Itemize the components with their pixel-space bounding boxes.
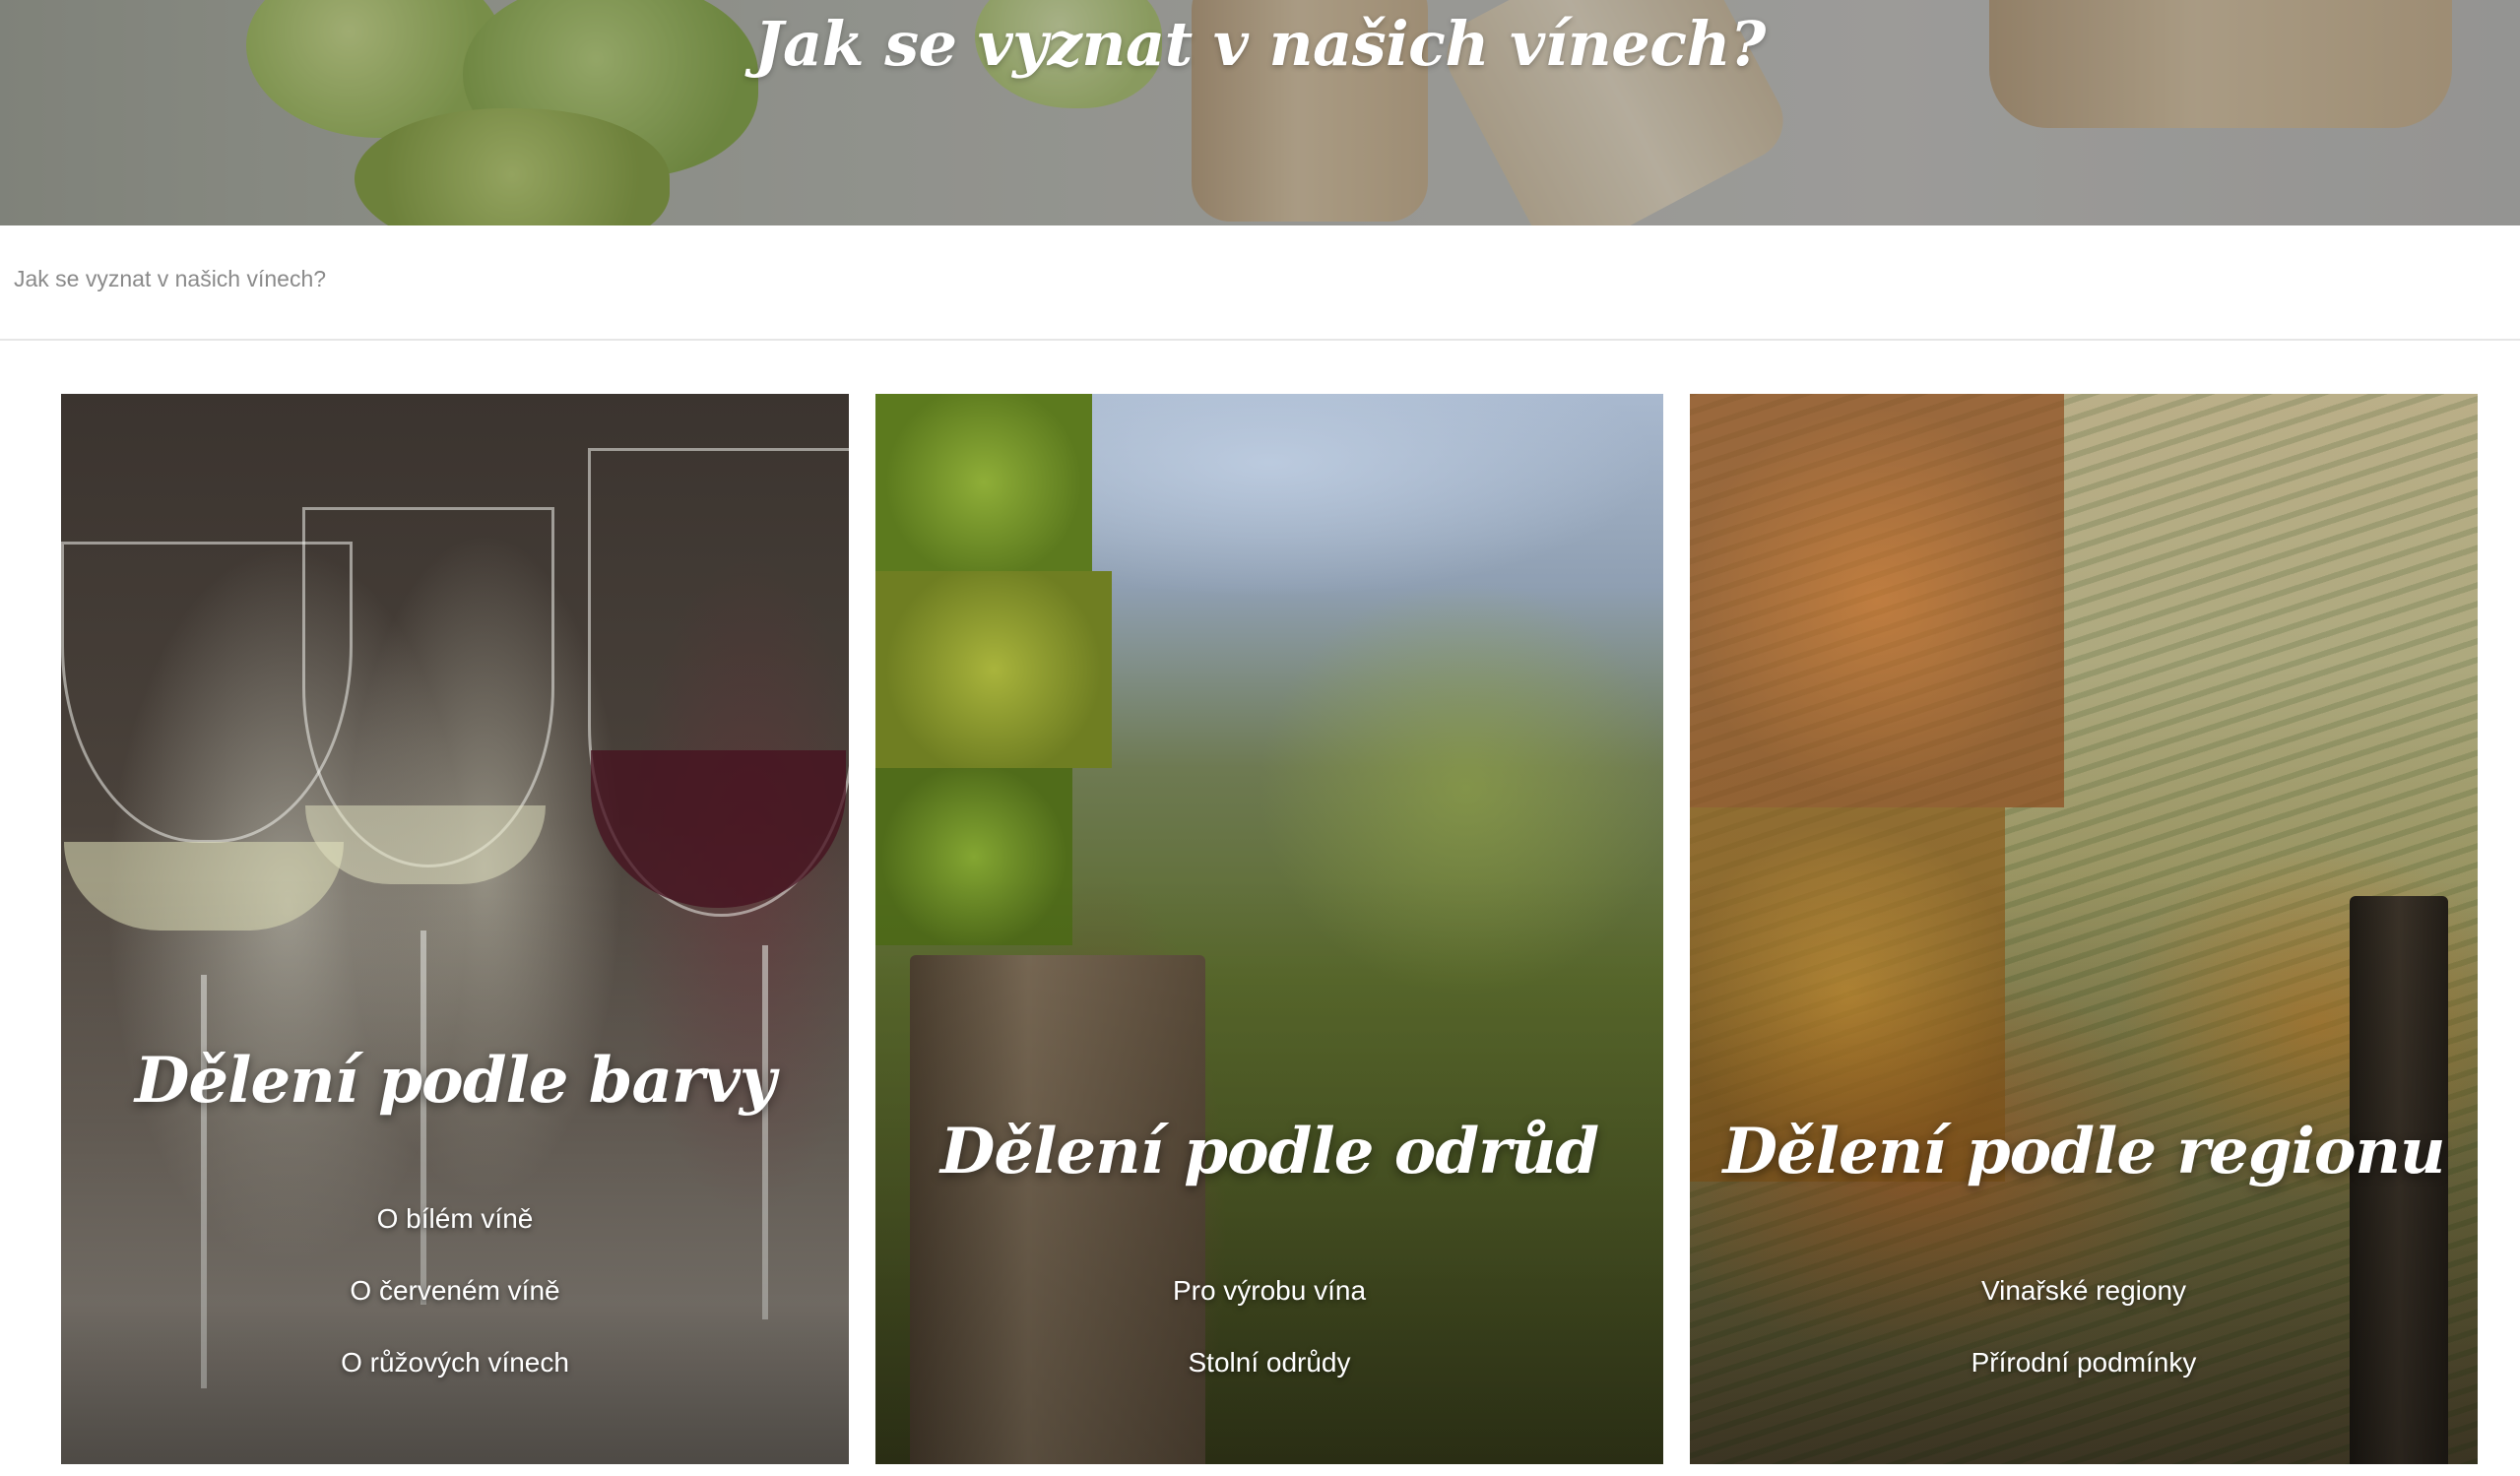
divider: [0, 339, 2520, 341]
link-white-wine[interactable]: O bílém víně: [61, 1183, 849, 1254]
card-color[interactable]: Dělení podle barvy O bílém víně O červen…: [61, 394, 849, 1464]
card-variety[interactable]: Dělení podle odrůd Pro výrobu vína Stoln…: [875, 394, 1663, 1464]
card-title: Dělení podle regionu: [1722, 1115, 2445, 1188]
link-table-varieties[interactable]: Stolní odrůdy: [875, 1326, 1663, 1398]
card-links: Pro výrobu vína Stolní odrůdy: [875, 1254, 1663, 1398]
card-title: Dělení podle barvy: [134, 1044, 776, 1118]
breadcrumb-current: Jak se vyznat v našich vínech?: [14, 266, 327, 291]
hero-banner: Jak se vyznat v našich vínech?: [0, 0, 2520, 225]
link-red-wine[interactable]: O červeném víně: [61, 1254, 849, 1326]
breadcrumb: Jak se vyznat v našich vínech?: [14, 266, 326, 292]
link-natural-conditions[interactable]: Přírodní podmínky: [1690, 1326, 2478, 1398]
card-links: O bílém víně O červeném víně O růžových …: [61, 1183, 849, 1398]
card-region[interactable]: Dělení podle regionu Vinařské regiony Př…: [1690, 394, 2478, 1464]
link-wine-production-varieties[interactable]: Pro výrobu vína: [875, 1254, 1663, 1326]
card-title: Dělení podle odrůd: [939, 1115, 1599, 1188]
page-title: Jak se vyznat v našich vínech?: [754, 8, 1766, 80]
link-wine-regions[interactable]: Vinařské regiony: [1690, 1254, 2478, 1326]
card-links: Vinařské regiony Přírodní podmínky: [1690, 1254, 2478, 1398]
link-rose-wine[interactable]: O růžových vínech: [61, 1326, 849, 1398]
